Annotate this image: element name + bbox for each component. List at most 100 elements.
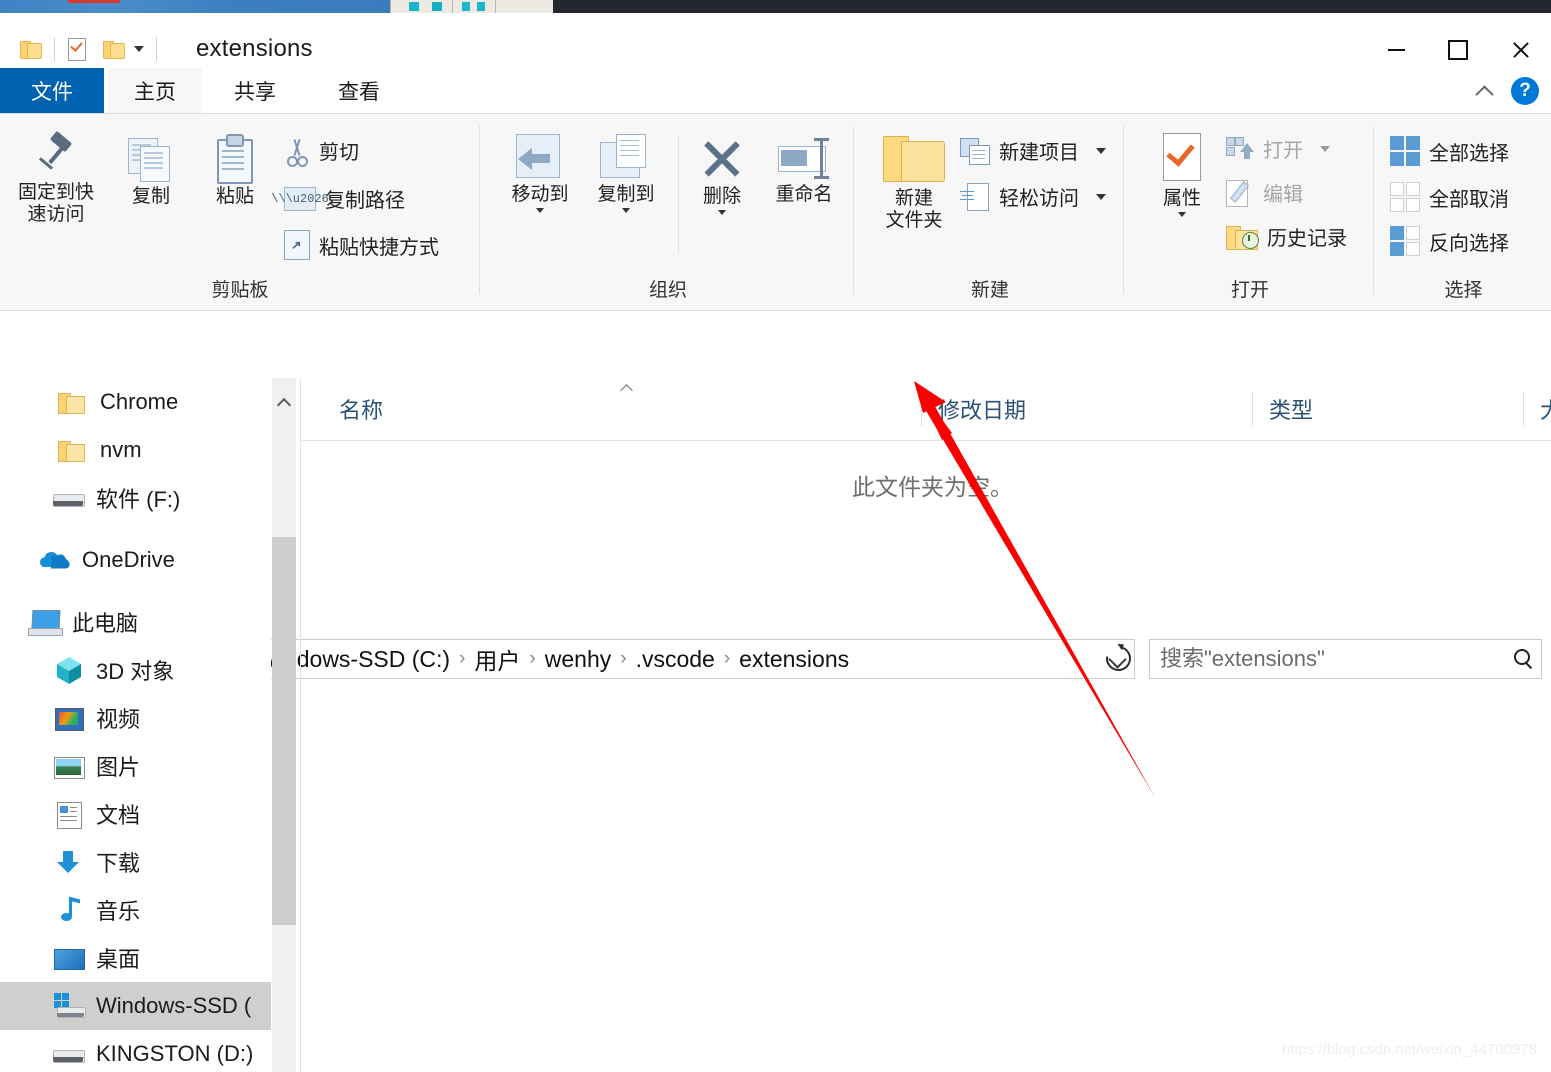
tab-file[interactable]: 文件 [0, 68, 104, 114]
sidebar-item-kingston-d[interactable]: KINGSTON (D:) [0, 1030, 271, 1072]
sidebar-item-label: 图片 [96, 755, 141, 780]
column-header-date-modified[interactable]: 修改日期 [922, 378, 1252, 440]
paste-icon [213, 134, 257, 184]
quick-access-toolbar [20, 37, 169, 61]
scrollbar-thumb[interactable] [272, 537, 296, 925]
chevron-down-icon[interactable] [134, 46, 144, 52]
sidebar-item-windows-ssd[interactable]: Windows-SSD ( [0, 982, 271, 1030]
search-input[interactable] [1150, 645, 1507, 673]
background-icon-1 [409, 2, 419, 11]
select-none-icon [1390, 182, 1420, 212]
breadcrumb-item-2[interactable]: wenhy [545, 646, 611, 673]
move-to-button[interactable]: 移动到 [492, 134, 588, 213]
navigation-pane: Chrome nvm 软件 (F:) OneDrive 此电脑 3D 对象 视频… [0, 378, 271, 1072]
sidebar-item-onedrive[interactable]: OneDrive [0, 536, 271, 584]
copy-button[interactable]: 复制 [112, 136, 190, 208]
tab-share[interactable]: 共享 [208, 68, 302, 114]
properties-button[interactable]: 属性 [1136, 132, 1228, 217]
breadcrumb-item-4[interactable]: extensions [739, 646, 849, 673]
tab-home[interactable]: 主页 [108, 68, 202, 115]
column-header-size[interactable]: 大 [1524, 378, 1551, 440]
sidebar-item-label: 文档 [96, 803, 141, 828]
new-folder-icon[interactable] [103, 39, 125, 59]
edit-button[interactable]: 编辑 [1226, 178, 1303, 207]
strip-divider-3 [495, 0, 496, 13]
chevron-down-icon[interactable] [1096, 193, 1106, 200]
refresh-button[interactable] [1100, 640, 1136, 676]
properties-checkmark-icon[interactable] [67, 37, 87, 61]
copy-path-button[interactable]: \\\u2026 复制路径 [271, 184, 405, 213]
copy-label: 复制 [131, 186, 170, 207]
sidebar-item-music[interactable]: 音乐 [0, 886, 271, 934]
sidebar-item-pictures[interactable]: 图片 [0, 742, 271, 790]
select-all-button[interactable]: 全部选择 [1390, 136, 1509, 166]
sidebar-item-3d-objects[interactable]: 3D 对象 [0, 646, 271, 694]
delete-button[interactable]: 删除 [676, 134, 768, 215]
paste-shortcut-button[interactable]: 粘贴快捷方式 [284, 230, 439, 260]
paste-button[interactable]: 粘贴 [196, 134, 274, 208]
help-button[interactable]: ? [1511, 77, 1539, 105]
chevron-down-icon[interactable] [1096, 147, 1106, 154]
sidebar-item-label: 音乐 [96, 899, 141, 924]
chevron-down-icon[interactable] [536, 207, 544, 213]
documents-icon [52, 797, 86, 831]
open-button[interactable]: 打开 [1226, 134, 1330, 163]
cut-button[interactable]: 剪切 [284, 136, 359, 167]
new-folder-button[interactable]: 新建 文件夹 [868, 132, 960, 231]
sidebar-item-chrome[interactable]: Chrome [0, 378, 271, 426]
breadcrumb-separator[interactable]: › [620, 648, 626, 670]
breadcrumb[interactable]: « Windows-SSD (C:) › 用户 › wenhy › .vscod… [205, 639, 1135, 679]
chevron-up-icon[interactable] [1477, 82, 1495, 100]
chevron-down-icon[interactable] [1320, 145, 1330, 152]
sidebar-item-videos[interactable]: 视频 [0, 694, 271, 742]
easy-access-button[interactable]: 轻松访问 [960, 182, 1106, 211]
downloads-icon [52, 845, 86, 879]
maximize-button[interactable] [1427, 26, 1489, 74]
scrollbar-up-button[interactable] [272, 388, 296, 416]
edit-label: 编辑 [1263, 184, 1303, 206]
invert-selection-button[interactable]: 反向选择 [1390, 226, 1509, 256]
search-box[interactable] [1149, 639, 1542, 679]
history-label: 历史记录 [1267, 228, 1347, 250]
group-separator-1 [479, 126, 480, 294]
sidebar-item-nvm[interactable]: nvm [0, 426, 271, 474]
breadcrumb-separator[interactable]: › [529, 648, 535, 670]
strip-divider [390, 0, 391, 13]
pin-to-quick-access-button[interactable]: 固定到快 速访问 [8, 130, 104, 225]
breadcrumb-item-1[interactable]: 用户 [474, 642, 520, 676]
copy-path-icon: \\\u2026 [271, 186, 329, 211]
column-header-type[interactable]: 类型 [1253, 378, 1543, 440]
sidebar-item-documents[interactable]: 文档 [0, 790, 271, 838]
new-item-button[interactable]: 新建项目 [960, 136, 1106, 165]
windows-drive-icon [52, 989, 86, 1023]
sidebar-item-desktop[interactable]: 桌面 [0, 934, 271, 982]
rename-button[interactable]: 重命名 [758, 136, 850, 206]
delete-x-icon [698, 134, 746, 182]
pane-divider[interactable] [300, 378, 301, 1072]
select-none-button[interactable]: 全部取消 [1390, 182, 1509, 212]
sidebar-item-downloads[interactable]: 下载 [0, 838, 271, 886]
chevron-down-icon[interactable] [622, 207, 630, 213]
edit-icon [1226, 179, 1254, 207]
column-header-name[interactable]: 名称 [301, 378, 921, 440]
breadcrumb-separator[interactable]: › [459, 648, 465, 670]
sidebar-item-software-f[interactable]: 软件 (F:) [0, 474, 271, 522]
breadcrumb-separator[interactable]: › [724, 648, 730, 670]
chevron-down-icon[interactable] [1178, 211, 1186, 217]
minimize-button[interactable] [1365, 26, 1427, 74]
3d-objects-icon [52, 653, 86, 687]
page-title: extensions [196, 35, 313, 62]
history-button[interactable]: 历史记录 [1226, 222, 1347, 251]
chevron-down-icon[interactable] [718, 209, 726, 215]
maximize-icon [1448, 40, 1468, 60]
copy-to-button[interactable]: 复制到 [578, 134, 674, 213]
background-accent-line [68, 0, 120, 3]
sidebar-item-this-pc[interactable]: 此电脑 [0, 598, 271, 646]
search-button[interactable] [1507, 641, 1541, 677]
close-button[interactable] [1489, 26, 1551, 74]
sidebar-item-label: 视频 [96, 707, 141, 732]
tab-view[interactable]: 查看 [312, 68, 406, 114]
chevron-up-icon [278, 396, 290, 408]
move-to-label: 移动到 [511, 184, 569, 205]
breadcrumb-item-3[interactable]: .vscode [636, 646, 715, 673]
